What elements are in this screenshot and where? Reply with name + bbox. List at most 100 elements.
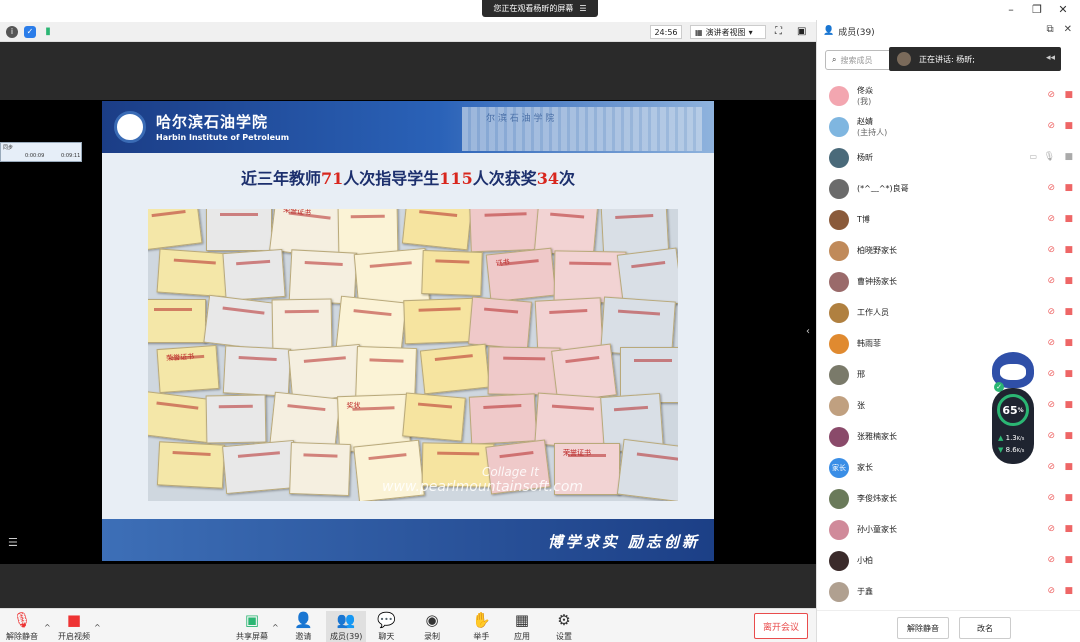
mic-off-icon[interactable]: ⊘ — [1047, 307, 1055, 317]
mic-off-icon[interactable]: ⊘ — [1047, 245, 1055, 255]
member-row[interactable]: 李俊炜家长 ⊘ ■ — [817, 483, 1080, 514]
start-video-button[interactable]: ■ 开启视频 — [58, 611, 90, 642]
network-speed-widget[interactable]: ✓ 65% ▲ 1.3K/s ▼ 8.6K/s — [990, 352, 1036, 464]
avatar — [829, 147, 849, 168]
mic-off-icon[interactable]: ⊘ — [1047, 90, 1055, 100]
mic-off-icon[interactable]: ⊘ — [1047, 462, 1055, 472]
signal-icon[interactable]: ▮ — [42, 26, 54, 38]
settings-button[interactable]: ⚙ 设置 — [556, 611, 572, 642]
video-off-icon[interactable]: ■ — [1064, 307, 1073, 317]
mic-icon[interactable]: 🎙 — [1044, 152, 1055, 162]
mic-off-icon[interactable]: ⊘ — [1047, 338, 1055, 348]
video-off-icon[interactable]: ■ — [1064, 524, 1073, 534]
video-off-icon[interactable]: ■ — [1064, 462, 1073, 472]
close-window-icon[interactable]: ✕ — [1058, 3, 1068, 16]
member-row[interactable]: 曹钟扬家长 ⊘ ■ — [817, 266, 1080, 297]
member-row[interactable]: 小柏 ⊘ ■ — [817, 545, 1080, 576]
invite-button[interactable]: 👤 邀请 — [294, 611, 313, 642]
mic-off-icon[interactable]: ⊘ — [1047, 276, 1055, 286]
shield-icon[interactable]: ✓ — [24, 25, 36, 38]
title-part: 次 — [558, 169, 575, 188]
sidebar-toggle-icon[interactable]: ▣ — [797, 26, 806, 37]
mic-off-icon[interactable]: ⊘ — [1047, 183, 1055, 193]
record-button[interactable]: ◉ 录制 — [424, 611, 440, 642]
video-off-icon[interactable]: ■ — [1064, 369, 1073, 379]
members-button[interactable]: 👥 成员(39) — [326, 611, 367, 642]
mic-off-icon[interactable]: ⊘ — [1047, 431, 1055, 441]
apps-button[interactable]: ▦ 应用 — [514, 611, 530, 642]
mic-off-icon[interactable]: ⊘ — [1047, 369, 1055, 379]
mic-off-icon[interactable]: ⊘ — [1047, 524, 1055, 534]
avatar — [829, 364, 849, 385]
unmute-button[interactable]: 🎙 解除静音 — [6, 611, 38, 642]
mic-off-icon[interactable]: ⊘ — [1047, 493, 1055, 503]
video-off-icon[interactable]: ■ — [1064, 555, 1073, 565]
member-row[interactable]: 张 ⊘ ■ — [817, 390, 1080, 421]
video-icon[interactable]: ■ — [1064, 152, 1073, 162]
download-value: 8.6 — [1005, 446, 1017, 454]
screen-share-banner: 您正在观看杨昕的屏幕 ☰ — [482, 0, 598, 17]
certificate-tile — [222, 248, 286, 302]
video-off-icon: ■ — [66, 611, 82, 629]
chevron-up-icon[interactable]: ^ — [94, 623, 101, 632]
popout-icon[interactable]: ⧉ — [1046, 24, 1053, 35]
video-off-icon[interactable]: ■ — [1064, 214, 1073, 224]
fullscreen-icon[interactable]: ⛶ — [775, 26, 782, 37]
member-row[interactable]: 赵婧 (主持人) ⊘ ■ — [817, 111, 1080, 142]
unmute-all-button[interactable]: 解除静音 — [897, 617, 949, 639]
close-icon[interactable]: ✕ — [1064, 24, 1072, 35]
video-off-icon[interactable]: ■ — [1064, 276, 1073, 286]
view-mode-select[interactable]: ▦ 演讲者视图 ▾ — [690, 25, 766, 39]
member-row[interactable]: 邢 ⊘ ■ — [817, 359, 1080, 390]
chat-button[interactable]: 💬 聊天 — [377, 611, 396, 642]
school-logo — [114, 111, 146, 143]
title-number: 71 — [321, 169, 344, 188]
mic-off-icon[interactable]: ⊘ — [1047, 214, 1055, 224]
member-row[interactable]: 家长 家长 ⊘ ■ — [817, 452, 1080, 483]
member-row[interactable]: 张雅楠家长 ⊘ ■ — [817, 421, 1080, 452]
member-row[interactable]: T博 ⊘ ■ — [817, 204, 1080, 235]
avatar — [829, 519, 849, 540]
raise-hand-button[interactable]: ✋ 举手 — [472, 611, 491, 642]
rename-button[interactable]: 改名 — [959, 617, 1011, 639]
video-off-icon[interactable]: ■ — [1064, 245, 1073, 255]
member-row[interactable]: 于鑫 ⊘ ■ — [817, 576, 1080, 607]
chevron-left-icon[interactable]: ‹ — [806, 326, 810, 337]
mic-off-icon[interactable]: ⊘ — [1047, 555, 1055, 565]
certificate-tile — [402, 392, 466, 442]
video-off-icon[interactable]: ■ — [1064, 183, 1073, 193]
member-name: 李俊炜家长 — [857, 494, 897, 503]
list-icon[interactable]: ☰ — [8, 536, 18, 549]
member-row[interactable]: 杨昕 ▭ 🎙 ■ — [817, 142, 1080, 173]
menu-icon[interactable]: ☰ — [579, 4, 586, 13]
video-off-icon[interactable]: ■ — [1064, 90, 1073, 100]
member-row[interactable]: 柏晓野家长 ⊘ ■ — [817, 235, 1080, 266]
video-off-icon[interactable]: ■ — [1064, 338, 1073, 348]
restore-icon[interactable]: ❐ — [1032, 3, 1042, 16]
video-off-icon[interactable]: ■ — [1064, 431, 1073, 441]
member-name: 小柏 — [857, 556, 873, 565]
share-screen-button[interactable]: ▣ 共享屏幕 — [236, 611, 268, 642]
chevron-up-icon[interactable]: ^ — [44, 623, 51, 632]
video-off-icon[interactable]: ■ — [1064, 493, 1073, 503]
member-row[interactable]: 韩雨菲 ⊘ ■ — [817, 328, 1080, 359]
recorder-widget[interactable]: 同步 0:00:09 0:09:11 — [0, 142, 82, 162]
mic-off-icon[interactable]: ⊘ — [1047, 586, 1055, 596]
video-off-icon[interactable]: ■ — [1064, 121, 1073, 131]
member-row[interactable]: 孙小童家长 ⊘ ■ — [817, 514, 1080, 545]
member-row[interactable]: (*^﹏^*)良哥 ⊘ ■ — [817, 173, 1080, 204]
video-off-icon[interactable]: ■ — [1064, 586, 1073, 596]
mic-off-icon[interactable]: ⊘ — [1047, 121, 1055, 131]
mic-off-icon[interactable]: ⊘ — [1047, 400, 1055, 410]
member-row[interactable]: 工作人员 ⊘ ■ — [817, 297, 1080, 328]
info-icon[interactable]: i — [6, 25, 18, 38]
members-panel-title: 成员(39) — [838, 27, 875, 38]
download-speed: ▼ 8.6K/s — [998, 446, 1024, 454]
avatar — [829, 302, 849, 323]
minimize-icon[interactable]: – — [1006, 3, 1016, 16]
video-off-icon[interactable]: ■ — [1064, 400, 1073, 410]
leave-meeting-button[interactable]: 离开会议 — [754, 613, 808, 639]
chevron-up-icon[interactable]: ^ — [272, 623, 279, 632]
member-row[interactable]: 佟焱 (我) ⊘ ■ — [817, 80, 1080, 111]
avatar — [829, 85, 849, 106]
